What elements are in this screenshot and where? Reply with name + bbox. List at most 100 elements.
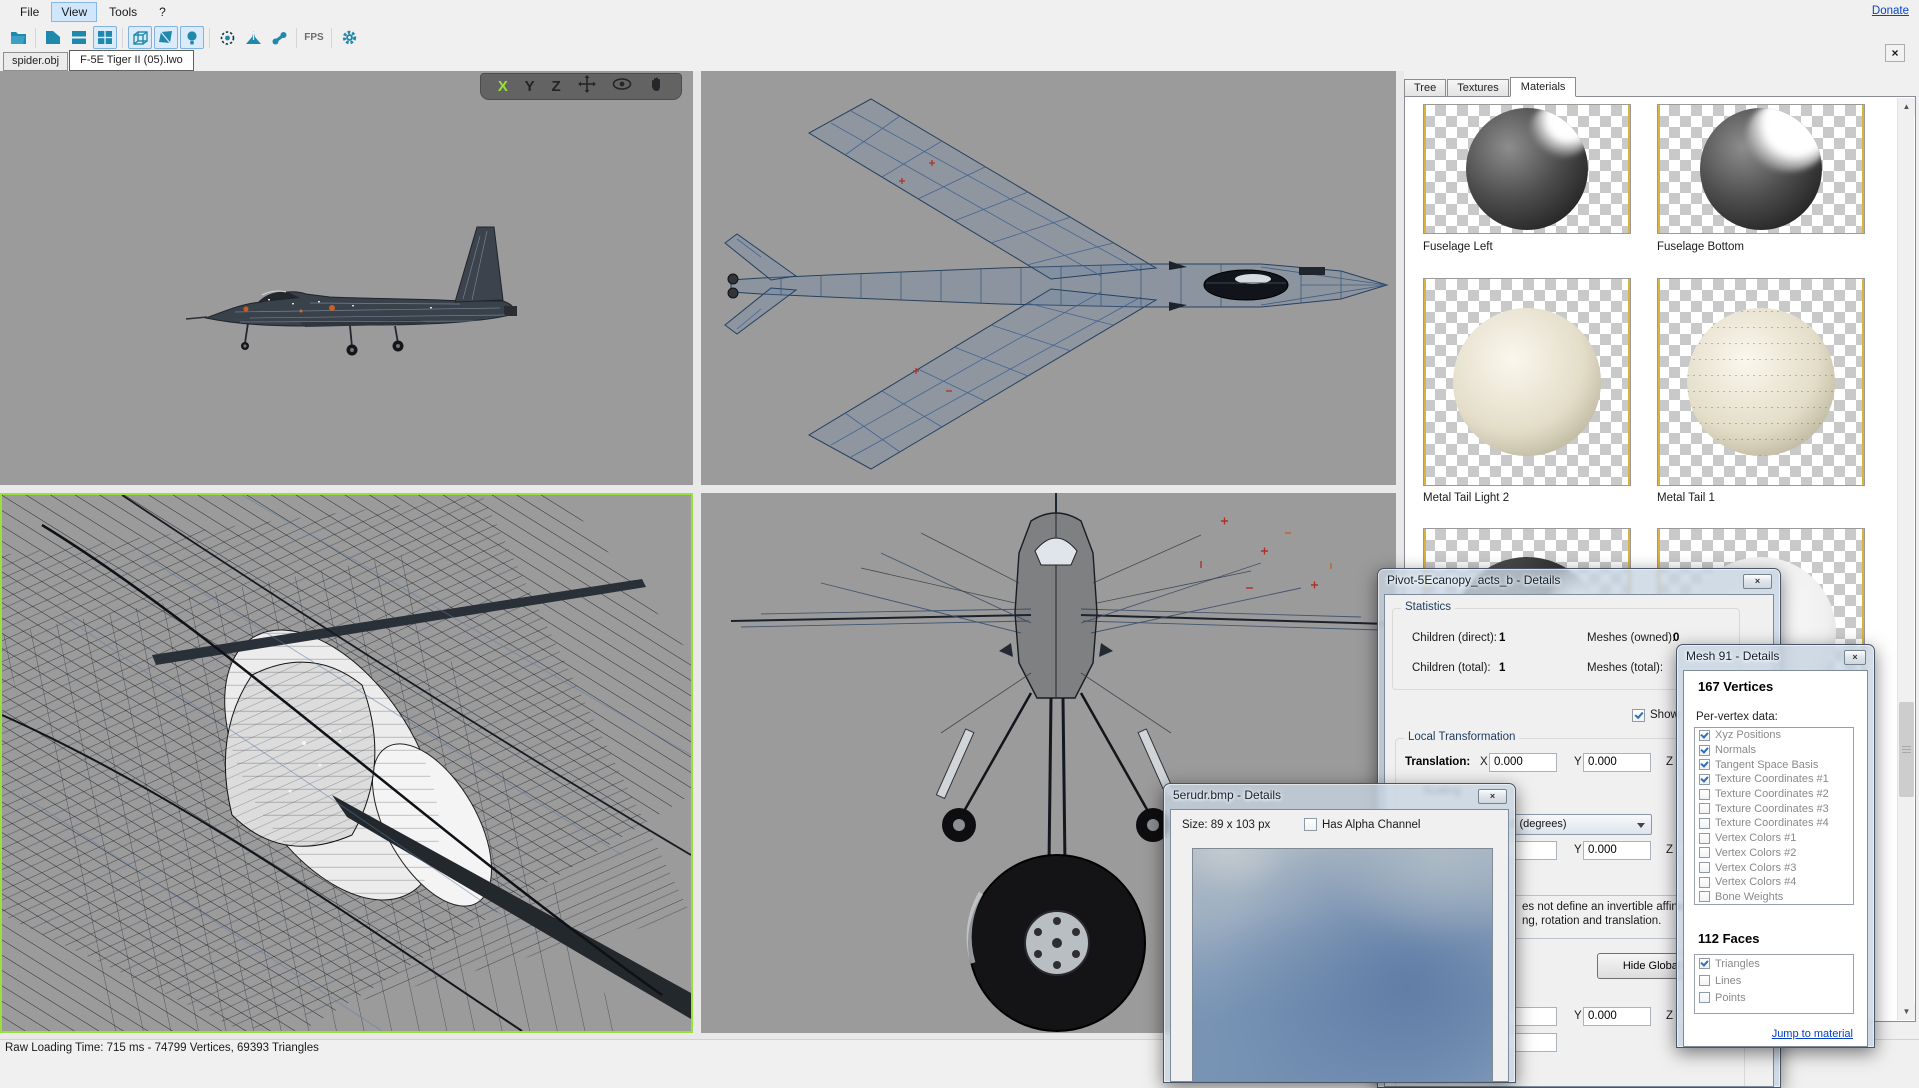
menu-tools[interactable]: Tools [99,2,147,22]
checkbox[interactable] [1699,818,1710,829]
tab-textures[interactable]: Textures [1447,79,1509,97]
viewport-top-view[interactable] [701,71,1396,485]
wireframe-cube-icon[interactable] [128,26,152,49]
close-icon[interactable]: × [1478,789,1507,804]
axis-y-button[interactable]: Y [525,78,535,95]
hand-icon[interactable] [649,76,664,98]
material-tile[interactable] [1423,278,1631,486]
list-item: Texture Coordinates #2 [1695,787,1853,802]
viewport-side-view[interactable] [0,71,693,485]
list-item: Lines [1695,972,1853,989]
material-name: Metal Tail Light 2 [1423,492,1509,504]
checkbox[interactable] [1699,891,1710,902]
alpha-channel-label: Has Alpha Channel [1322,819,1420,831]
checkbox[interactable] [1699,789,1710,800]
children-direct-value: 1 [1499,632,1505,644]
scrollbar-thumb[interactable] [1899,702,1914,797]
axis-x-button[interactable]: X [498,78,508,95]
donate-link[interactable]: Donate [1872,5,1909,17]
material-tile[interactable] [1657,104,1865,234]
toolbar-separator [296,28,297,48]
menu-file[interactable]: File [10,2,49,22]
single-view-icon[interactable] [41,26,65,49]
rotation-y-field[interactable]: 0.000 [1583,841,1651,860]
axis-z-button[interactable]: Z [552,78,561,95]
tab-materials[interactable]: Materials [1510,77,1577,97]
quad-view-icon[interactable] [93,26,117,49]
main-toolbar: FPS [0,24,1919,51]
checkbox[interactable] [1699,992,1710,1003]
textured-view-icon[interactable] [154,26,178,49]
menu-help[interactable]: ? [149,2,176,22]
children-direct-label: Children (direct): [1412,632,1497,644]
translation-label: Translation: [1405,756,1470,768]
close-icon[interactable]: × [1743,574,1772,589]
materials-scrollbar[interactable]: ▲ ▼ [1897,98,1914,1020]
list-item: Tangent Space Basis [1695,757,1853,772]
z-axis-label: Z [1666,844,1673,856]
z-axis-label: Z [1666,756,1673,768]
close-icon[interactable]: × [1844,650,1866,665]
status-text: Raw Loading Time: 715 ms - 74799 Vertice… [5,1042,319,1054]
face-type-label: Triangles [1715,958,1760,970]
material-name: Metal Tail 1 [1657,492,1715,504]
checkbox[interactable] [1699,730,1710,741]
scaling-y-field[interactable]: 0.000 [1583,1007,1651,1026]
translation-x-field[interactable]: 0.000 [1489,753,1557,772]
tab-f5e-tiger[interactable]: F-5E Tiger II (05).lwo [69,50,194,71]
close-tab-button[interactable]: × [1885,44,1905,62]
wireframe-top-view [701,71,1396,485]
channel-label: Vertex Colors #1 [1715,832,1796,844]
toolbar-separator [35,28,36,48]
meshes-owned-label: Meshes (owned): [1587,632,1675,644]
jump-to-material-link[interactable]: Jump to material [1772,1028,1853,1040]
document-tab-strip: spider.obj F-5E Tiger II (05).lwo × [0,51,1919,71]
checkbox[interactable] [1699,847,1710,858]
split-view-icon[interactable] [67,26,91,49]
fps-toggle-button[interactable]: FPS [302,26,326,49]
scroll-up-icon[interactable]: ▲ [1898,98,1915,115]
checkbox[interactable] [1699,745,1710,756]
list-item: Normals [1695,743,1853,758]
checkbox[interactable] [1699,833,1710,844]
scroll-down-icon[interactable]: ▼ [1898,1003,1915,1020]
channel-label: Xyz Positions [1715,729,1781,741]
menu-bar: File View Tools ? Donate [0,0,1919,24]
skeleton-bones-icon[interactable] [267,26,291,49]
alpha-channel-checkbox[interactable] [1304,818,1317,831]
material-tile[interactable] [1657,278,1865,486]
material-name: Fuselage Bottom [1657,241,1744,253]
face-type-list: Triangles Lines Points [1694,954,1854,1014]
viewport-closeup-view[interactable] [0,493,693,1033]
checkbox[interactable] [1699,803,1710,814]
vertex-channel-list: Xyz Positions Normals Tangent Space Basi… [1694,727,1854,905]
lighting-bulb-icon[interactable] [180,26,204,49]
selection-circle-icon[interactable] [215,26,239,49]
material-tile[interactable] [1423,104,1631,234]
bitmap-details-dialog[interactable]: 5erudr.bmp - Details × Size: 89 x 103 px… [1163,783,1516,1083]
pivot-marker-icon[interactable] [241,26,265,49]
bitmap-preview [1192,848,1493,1082]
mesh-details-dialog[interactable]: Mesh 91 - Details × 167 Vertices Per-ver… [1676,644,1875,1048]
pan-icon[interactable] [578,75,596,98]
menu-view[interactable]: View [51,2,97,22]
checkbox[interactable] [1699,877,1710,888]
checkbox[interactable] [1699,958,1710,969]
show-checkbox[interactable] [1632,709,1645,722]
toolbar-separator [209,28,210,48]
bitmap-image [1192,848,1493,1082]
checkbox[interactable] [1699,862,1710,873]
settings-gear-icon[interactable] [337,26,361,49]
checkbox[interactable] [1699,759,1710,770]
checkbox[interactable] [1699,975,1710,986]
tab-spider-obj[interactable]: spider.obj [3,52,68,71]
tab-tree[interactable]: Tree [1404,79,1446,97]
right-panel-tabs: Tree Textures Materials [1404,76,1577,97]
vertices-heading: 167 Vertices [1698,679,1773,694]
open-folder-icon[interactable] [6,26,30,49]
viewport-axis-bar: X Y Z [480,73,682,100]
checkbox[interactable] [1699,774,1710,785]
eye-icon[interactable] [612,77,632,96]
mesh-dialog-body: 167 Vertices Per-vertex data: Xyz Positi… [1683,670,1868,1047]
translation-y-field[interactable]: 0.000 [1583,753,1651,772]
